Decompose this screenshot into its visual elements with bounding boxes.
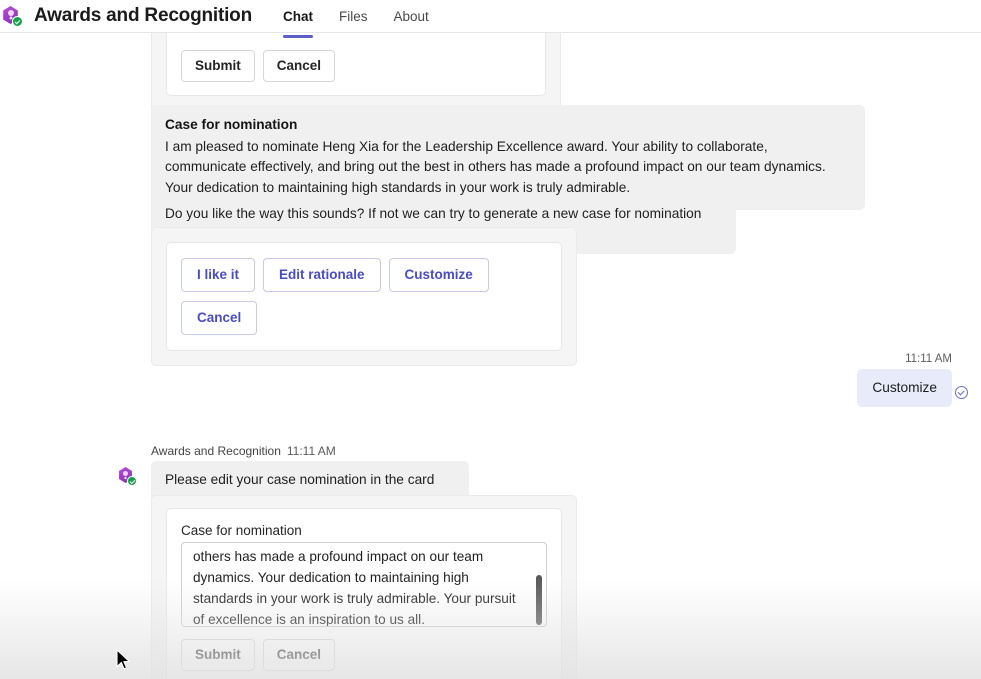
nomination-body: I am pleased to nominate Heng Xia for th… [165,138,826,195]
nomination-title: Case for nomination [165,117,298,132]
adaptive-card-editor-inner: Case for nomination communicate effectiv… [166,508,562,679]
edit-rationale-button[interactable]: Edit rationale [263,258,381,292]
page-title: Awards and Recognition [34,5,252,26]
tab-about[interactable]: About [381,0,442,33]
bot-message-timestamp: 11:11 AM [286,444,336,458]
cancel-button-editor[interactable]: Cancel [262,639,336,671]
customize-button[interactable]: Customize [388,258,489,292]
bot-message-meta: Awards and Recognition 11:11 AM [151,444,336,458]
submit-button-top[interactable]: Submit [181,50,255,82]
available-check-icon [12,16,23,27]
choice-button-row-2: Cancel [181,301,547,335]
adaptive-card-top-inner: Submit Cancel [166,33,546,96]
vertical-scrollbar[interactable] [536,575,542,625]
submit-button-editor[interactable]: Submit [181,639,255,671]
app-header: Awards and Recognition Chat Files About [0,0,981,33]
adaptive-card-choices: I like it Edit rationale Customize Cance… [151,227,577,366]
i-like-it-button[interactable]: I like it [181,258,256,292]
available-check-icon [127,476,137,486]
adaptive-card-editor: Case for nomination communicate effectiv… [151,495,577,679]
tab-chat[interactable]: Chat [270,0,326,33]
sent-check-icon [955,386,968,399]
app-avatar [2,6,23,27]
top-card-button-row: Submit Cancel [181,33,531,82]
cancel-button-choices[interactable]: Cancel [181,301,258,335]
case-for-nomination-label: Case for nomination [181,523,302,538]
chat-scroll-region[interactable]: Submit Cancel Your response was sent to … [0,33,981,679]
user-message-timestamp: 11:11 AM [905,353,952,365]
bot-avatar [118,467,137,486]
choice-button-row-1: I like it Edit rationale Customize [181,258,547,292]
app-window: Awards and Recognition Chat Files About … [0,0,981,679]
adaptive-card-choices-inner: I like it Edit rationale Customize Cance… [166,242,562,351]
user-message-bubble: Customize [857,369,952,407]
editor-button-row: Submit Cancel [181,639,547,671]
case-for-nomination-textarea[interactable]: communicate effectively, and bring out t… [181,542,547,627]
case-for-nomination-textarea-value: communicate effectively, and bring out t… [193,549,516,627]
tab-files[interactable]: Files [326,0,381,33]
bot-sender-name: Awards and Recognition [151,444,281,458]
cancel-button-top[interactable]: Cancel [262,50,336,82]
tab-bar: Chat Files About [270,0,442,33]
